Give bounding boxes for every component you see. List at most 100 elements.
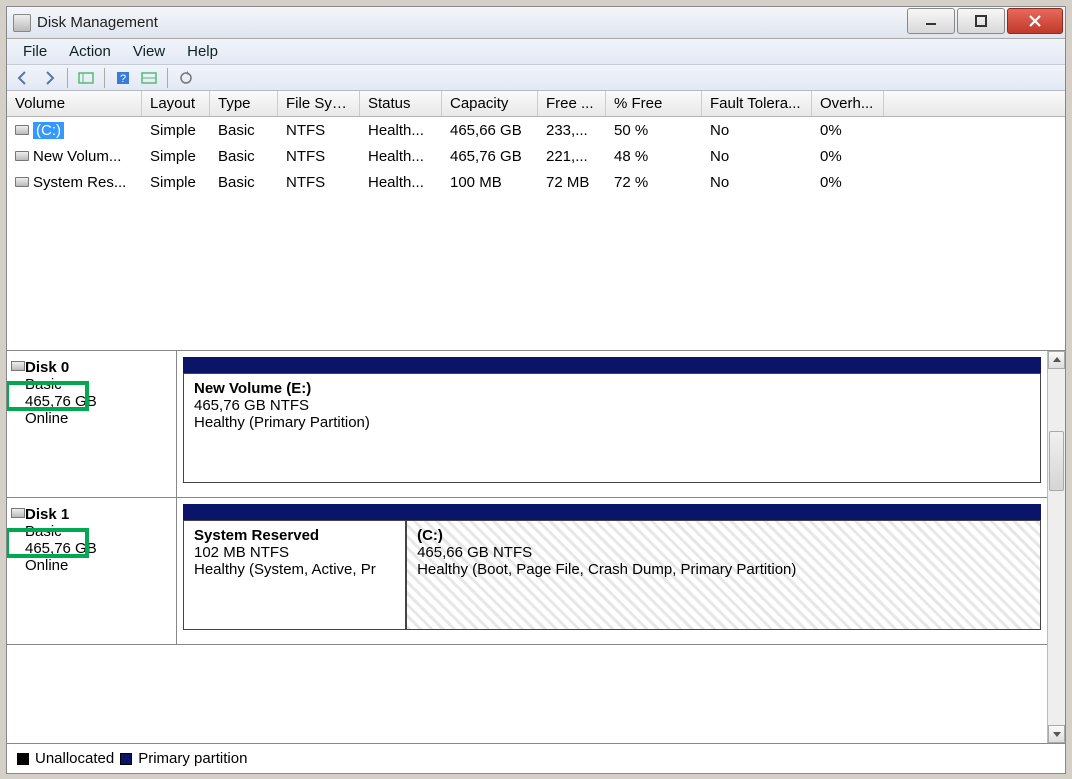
menu-file[interactable]: File [13, 41, 57, 62]
maximize-button[interactable] [957, 8, 1005, 34]
settings-icon[interactable] [139, 68, 159, 88]
toolbar: ? [7, 65, 1065, 91]
scroll-down-icon[interactable] [1048, 725, 1065, 743]
cell-capacity: 465,66 GB [442, 122, 538, 139]
partition-status: Healthy (Primary Partition) [194, 414, 1030, 431]
show-hide-icon[interactable] [76, 68, 96, 88]
cell-free: 72 MB [538, 174, 606, 191]
col-percent-free[interactable]: % Free [606, 91, 702, 116]
disk-name: Disk 1 [25, 506, 166, 523]
minimize-button[interactable] [907, 8, 955, 34]
partition-stripe [183, 357, 1041, 373]
cell-type: Basic [210, 148, 278, 165]
cell-free: 233,... [538, 122, 606, 139]
col-capacity[interactable]: Capacity [442, 91, 538, 116]
partition-box[interactable]: System Reserved102 MB NTFSHealthy (Syste… [183, 520, 406, 630]
disk-icon [11, 508, 25, 518]
drive-icon [15, 177, 29, 187]
table-row[interactable]: System Res... SimpleBasicNTFSHealth...100… [7, 169, 1065, 195]
partition-area: New Volume (E:)465,76 GB NTFSHealthy (Pr… [177, 351, 1047, 497]
cell-type: Basic [210, 122, 278, 139]
cell-layout: Simple [142, 174, 210, 191]
cell-percent-free: 48 % [606, 148, 702, 165]
partition-title: (C:) [417, 527, 1030, 544]
cell-free: 221,... [538, 148, 606, 165]
disk-pane: Disk 0Basic465,76 GBOnlineNew Volume (E:… [7, 351, 1065, 743]
cell-fault: No [702, 148, 812, 165]
col-free[interactable]: Free ... [538, 91, 606, 116]
refresh-icon[interactable] [176, 68, 196, 88]
partition-box[interactable]: (C:)465,66 GB NTFSHealthy (Boot, Page Fi… [406, 520, 1041, 630]
scrollbar[interactable] [1047, 351, 1065, 743]
unallocated-swatch [17, 753, 29, 765]
cell-status: Health... [360, 174, 442, 191]
menu-help[interactable]: Help [177, 41, 228, 62]
app-window: Disk Management File Action View Help ? … [6, 6, 1066, 774]
cell-volume: (C:) [33, 122, 64, 139]
legend-primary: Primary partition [138, 750, 247, 767]
cell-volume: System Res... [33, 174, 126, 191]
col-fault-tolerance[interactable]: Fault Tolera... [702, 91, 812, 116]
disk-kind: Basic [25, 376, 166, 393]
close-button[interactable] [1007, 8, 1063, 34]
disk-state: Online [25, 410, 166, 427]
primary-swatch [120, 753, 132, 765]
cell-capacity: 100 MB [442, 174, 538, 191]
disk-entry: Disk 1Basic465,76 GBOnlineSystem Reserve… [7, 498, 1047, 645]
cell-fault: No [702, 122, 812, 139]
partition-size: 465,76 GB NTFS [194, 397, 1030, 414]
app-icon [13, 14, 31, 32]
table-body: (C:)SimpleBasicNTFSHealth...465,66 GB233… [7, 117, 1065, 195]
cell-overhead: 0% [812, 122, 884, 139]
help-icon[interactable]: ? [113, 68, 133, 88]
scroll-up-icon[interactable] [1048, 351, 1065, 369]
disk-name: Disk 0 [25, 359, 166, 376]
separator [67, 68, 68, 88]
partition-area: System Reserved102 MB NTFSHealthy (Syste… [177, 498, 1047, 644]
disk-label[interactable]: Disk 0Basic465,76 GBOnline [7, 351, 177, 497]
cell-status: Health... [360, 148, 442, 165]
separator [104, 68, 105, 88]
col-filesystem[interactable]: File Sys... [278, 91, 360, 116]
col-type[interactable]: Type [210, 91, 278, 116]
cell-layout: Simple [142, 148, 210, 165]
col-layout[interactable]: Layout [142, 91, 210, 116]
cell-volume: New Volum... [33, 148, 121, 165]
cell-fault: No [702, 174, 812, 191]
menu-view[interactable]: View [123, 41, 175, 62]
disk-size: 465,76 GB [25, 393, 166, 410]
disk-icon [11, 361, 25, 371]
partition-status: Healthy (System, Active, Pr [194, 561, 395, 578]
svg-text:?: ? [120, 73, 126, 85]
partition-size: 102 MB NTFS [194, 544, 395, 561]
cell-overhead: 0% [812, 148, 884, 165]
cell-overhead: 0% [812, 174, 884, 191]
col-status[interactable]: Status [360, 91, 442, 116]
partition-title: System Reserved [194, 527, 395, 544]
menu-action[interactable]: Action [59, 41, 121, 62]
forward-icon[interactable] [39, 68, 59, 88]
table-row[interactable]: New Volum...SimpleBasicNTFSHealth...465,… [7, 143, 1065, 169]
partition-box[interactable]: New Volume (E:)465,76 GB NTFSHealthy (Pr… [183, 373, 1041, 483]
drive-icon [15, 125, 29, 135]
col-overhead[interactable]: Overh... [812, 91, 884, 116]
cell-layout: Simple [142, 122, 210, 139]
disk-size: 465,76 GB [25, 540, 166, 557]
cell-percent-free: 50 % [606, 122, 702, 139]
legend: Unallocated Primary partition [7, 743, 1065, 773]
back-icon[interactable] [13, 68, 33, 88]
window-title: Disk Management [37, 14, 907, 31]
col-volume[interactable]: Volume [7, 91, 142, 116]
cell-filesystem: NTFS [278, 174, 360, 191]
scroll-thumb[interactable] [1049, 431, 1064, 491]
cell-capacity: 465,76 GB [442, 148, 538, 165]
disk-label[interactable]: Disk 1Basic465,76 GBOnline [7, 498, 177, 644]
table-row[interactable]: (C:)SimpleBasicNTFSHealth...465,66 GB233… [7, 117, 1065, 143]
drive-icon [15, 151, 29, 161]
cell-type: Basic [210, 174, 278, 191]
disk-state: Online [25, 557, 166, 574]
title-bar: Disk Management [7, 7, 1065, 39]
disk-kind: Basic [25, 523, 166, 540]
separator [167, 68, 168, 88]
partition-stripe [406, 504, 1041, 520]
